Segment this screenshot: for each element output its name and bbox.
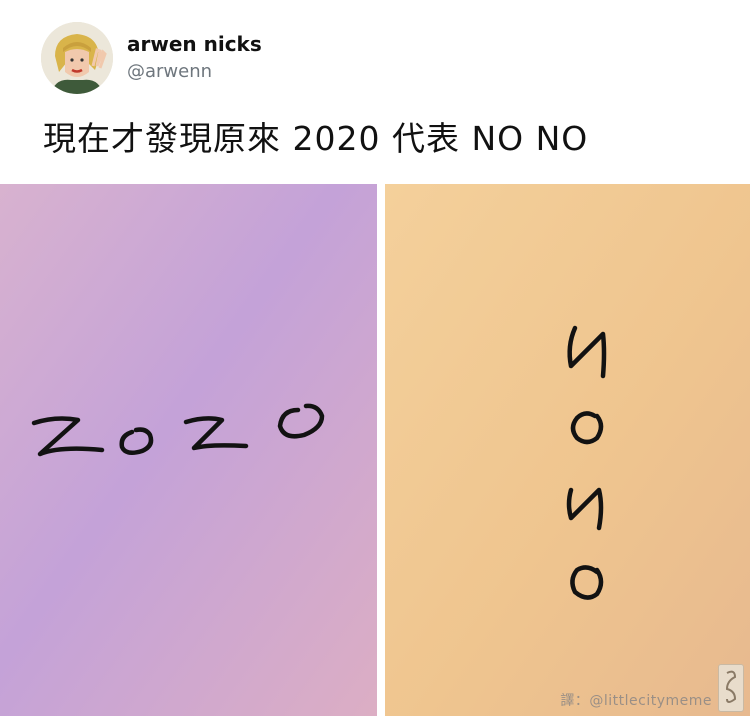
watermark-logo [718, 664, 744, 712]
watermark: 譯：@littlecitymeme [560, 693, 712, 709]
photo-right[interactable] [385, 184, 750, 716]
user-handle[interactable]: @arwenn [127, 60, 262, 84]
tweet-text: 現在才發現原來 2020 代表 NO NO [43, 119, 589, 158]
user-names: arwen nicks @arwenn [127, 32, 262, 84]
photo-grid: 譯：@littlecitymeme [0, 184, 750, 716]
photo-left[interactable] [0, 184, 377, 716]
display-name[interactable]: arwen nicks [127, 32, 262, 56]
avatar[interactable] [41, 22, 113, 94]
tweet-header: arwen nicks @arwenn [41, 22, 701, 94]
